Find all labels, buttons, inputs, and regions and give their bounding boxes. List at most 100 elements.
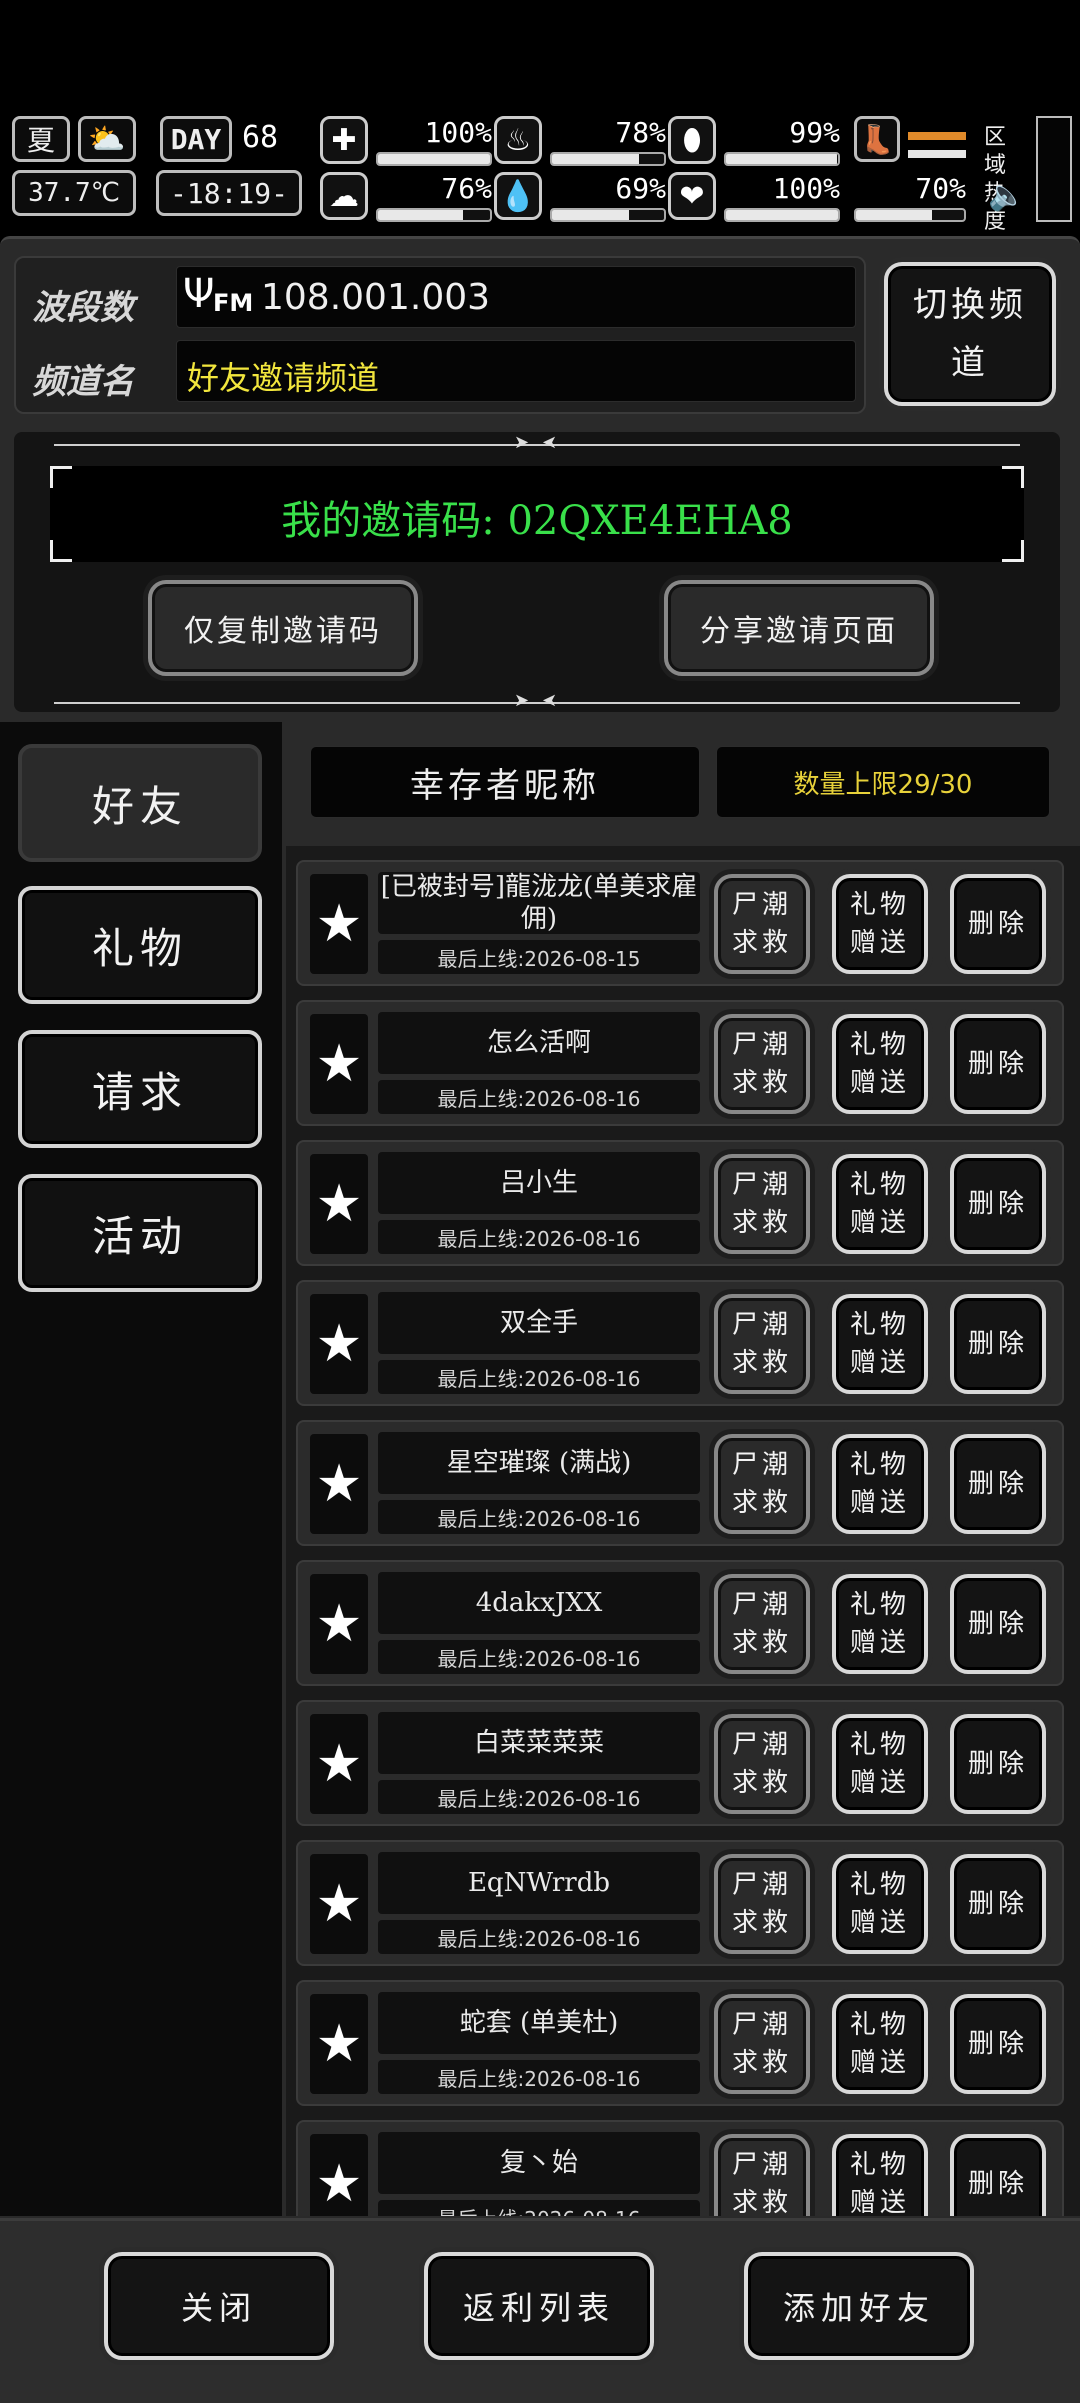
friend-list[interactable]: ★ [已被封号]龍泷龙(单美求雇佣) 最后上线:2026-08-15 尸潮求救 礼物赠送… bbox=[286, 846, 1080, 2216]
tab-3[interactable]: 活动 bbox=[18, 1174, 262, 1292]
delete-friend-button[interactable]: 删除 bbox=[950, 1574, 1046, 1674]
zombie-rescue-button[interactable]: 尸潮求救 bbox=[714, 1854, 810, 1954]
temperature-readout: 37.7℃ bbox=[12, 170, 136, 216]
zombie-rescue-button[interactable]: 尸潮求救 bbox=[714, 2134, 810, 2216]
heart-icon: ❤ bbox=[668, 172, 716, 220]
friend-row: ★ EqNWrrdb 最后上线:2026-08-16 尸潮求救 礼物赠送 删除 bbox=[296, 1840, 1064, 1966]
channel-value: 好友邀请频道 bbox=[187, 359, 380, 397]
favorite-star-icon[interactable]: ★ bbox=[310, 2134, 368, 2216]
fm-label: FM bbox=[213, 289, 254, 317]
speaker-icon[interactable]: 🔈 bbox=[988, 178, 1025, 213]
share-invite-page-button[interactable]: 分享邀请页面 bbox=[664, 580, 934, 676]
invite-panel: ➤ ➤ 我的邀请码: 02QXE4EHA8 仅复制邀请码 分享邀请页面 ➤ ➤ bbox=[14, 432, 1060, 712]
pill-icon: ⬮ bbox=[668, 116, 716, 164]
tab-1[interactable]: 礼物 bbox=[18, 886, 262, 1004]
send-gift-button[interactable]: 礼物赠送 bbox=[832, 1714, 928, 1814]
friend-nickname: 4dakxJXX bbox=[378, 1572, 700, 1634]
band-label: 波段数 bbox=[32, 288, 134, 328]
divider-bottom bbox=[54, 702, 1020, 704]
brain-pct: 76% bbox=[441, 172, 492, 205]
send-gift-button[interactable]: 礼物赠送 bbox=[832, 1434, 928, 1534]
favorite-star-icon[interactable]: ★ bbox=[310, 1434, 368, 1534]
friend-nickname: 怎么活啊 bbox=[378, 1012, 700, 1074]
friend-last-online: 最后上线:2026-08-16 bbox=[378, 1780, 700, 1814]
arrow-left-icon: ➤ bbox=[542, 432, 558, 453]
zombie-rescue-button[interactable]: 尸潮求救 bbox=[714, 1574, 810, 1674]
friend-nickname: EqNWrrdb bbox=[378, 1852, 700, 1914]
foot-stat: 70% bbox=[854, 172, 974, 232]
foot-bar-indicator bbox=[908, 132, 966, 140]
send-gift-button[interactable]: 礼物赠送 bbox=[832, 874, 928, 974]
favorite-star-icon[interactable]: ★ bbox=[310, 1294, 368, 1394]
favorite-star-icon[interactable]: ★ bbox=[310, 874, 368, 974]
stamina-pct: 99% bbox=[789, 116, 840, 149]
delete-friend-button[interactable]: 删除 bbox=[950, 1434, 1046, 1534]
delete-friend-button[interactable]: 删除 bbox=[950, 1014, 1046, 1114]
friend-last-online: 最后上线:2026-08-16 bbox=[378, 1500, 700, 1534]
favorite-star-icon[interactable]: ★ bbox=[310, 1854, 368, 1954]
close-button[interactable]: 关闭 bbox=[104, 2252, 334, 2360]
medkit-icon: ✚ bbox=[320, 116, 368, 164]
stomach-stat: ♨ 78% bbox=[494, 116, 670, 176]
delete-friend-button[interactable]: 删除 bbox=[950, 2134, 1046, 2216]
status-bar: 夏 ⛅ 37.7℃ DAY 68 -18:19- ✚ 100% ♨ 78% ⬮ 99% ☁ 7… bbox=[0, 110, 1080, 234]
zombie-rescue-button[interactable]: 尸潮求救 bbox=[714, 1434, 810, 1534]
zombie-rescue-button[interactable]: 尸潮求救 bbox=[714, 874, 810, 974]
stomach-pct: 78% bbox=[615, 116, 666, 149]
delete-friend-button[interactable]: 删除 bbox=[950, 1294, 1046, 1394]
delete-friend-button[interactable]: 删除 bbox=[950, 874, 1046, 974]
delete-friend-button[interactable]: 删除 bbox=[950, 1854, 1046, 1954]
copy-invite-code-button[interactable]: 仅复制邀请码 bbox=[148, 580, 418, 676]
medical-pct: 100% bbox=[424, 116, 492, 149]
day-counter: 68 bbox=[242, 120, 279, 155]
zombie-rescue-button[interactable]: 尸潮求救 bbox=[714, 1294, 810, 1394]
tab-0[interactable]: 好友 bbox=[18, 744, 262, 862]
add-friend-button[interactable]: 添加好友 bbox=[744, 2252, 974, 2360]
band-value-box: Ψ FM 108.001.003 bbox=[176, 266, 856, 328]
delete-friend-button[interactable]: 删除 bbox=[950, 1714, 1046, 1814]
send-gift-button[interactable]: 礼物赠送 bbox=[832, 1294, 928, 1394]
send-gift-button[interactable]: 礼物赠送 bbox=[832, 1154, 928, 1254]
brain-stat: ☁ 76% bbox=[320, 172, 496, 232]
stamina-stat: ⬮ 99% bbox=[668, 116, 844, 176]
zombie-rescue-button[interactable]: 尸潮求救 bbox=[714, 1994, 810, 2094]
friend-limit-counter: 数量上限29/30 bbox=[716, 746, 1050, 818]
send-gift-button[interactable]: 礼物赠送 bbox=[832, 1854, 928, 1954]
favorite-star-icon[interactable]: ★ bbox=[310, 1154, 368, 1254]
send-gift-button[interactable]: 礼物赠送 bbox=[832, 1014, 928, 1114]
water-bar bbox=[550, 208, 666, 222]
favorite-star-icon[interactable]: ★ bbox=[310, 1994, 368, 2094]
friend-row: ★ [已被封号]龍泷龙(单美求雇佣) 最后上线:2026-08-15 尸潮求救 礼物赠送… bbox=[296, 860, 1064, 986]
divider-top bbox=[54, 444, 1020, 446]
send-gift-button[interactable]: 礼物赠送 bbox=[832, 1994, 928, 2094]
favorite-star-icon[interactable]: ★ bbox=[310, 1574, 368, 1674]
clock-readout: -18:19- bbox=[156, 170, 302, 216]
delete-friend-button[interactable]: 删除 bbox=[950, 1994, 1046, 2094]
favorite-star-icon[interactable]: ★ bbox=[310, 1714, 368, 1814]
channel-label: 频道名 bbox=[32, 362, 134, 402]
friend-nickname: 白菜菜菜菜 bbox=[378, 1712, 700, 1774]
zombie-rescue-button[interactable]: 尸潮求救 bbox=[714, 1714, 810, 1814]
switch-channel-button[interactable]: 切换频道 bbox=[884, 262, 1056, 406]
friend-row: ★ 蛇套 (单美杜) 最后上线:2026-08-16 尸潮求救 礼物赠送 删除 bbox=[296, 1980, 1064, 2106]
zombie-rescue-button[interactable]: 尸潮求救 bbox=[714, 1154, 810, 1254]
friend-row: ★ 白菜菜菜菜最后上线:2026-08-16 尸潮求救 礼物赠送 删除 bbox=[296, 1700, 1064, 1826]
nickname-column-header: 幸存者昵称 bbox=[310, 746, 700, 818]
rebate-list-button[interactable]: 返利列表 bbox=[424, 2252, 654, 2360]
friend-row: ★ 怎么活啊 最后上线:2026-08-16 尸潮求救 礼物赠送 删除 bbox=[296, 1000, 1064, 1126]
send-gift-button[interactable]: 礼物赠送 bbox=[832, 2134, 928, 2216]
corner-tl bbox=[50, 466, 72, 488]
tab-2[interactable]: 请求 bbox=[18, 1030, 262, 1148]
foot-icon: 👢 bbox=[854, 116, 900, 162]
delete-friend-button[interactable]: 删除 bbox=[950, 1154, 1046, 1254]
send-gift-button[interactable]: 礼物赠送 bbox=[832, 1574, 928, 1674]
zombie-rescue-button[interactable]: 尸潮求救 bbox=[714, 1014, 810, 1114]
favorite-star-icon[interactable]: ★ bbox=[310, 1014, 368, 1114]
band-value: 108.001.003 bbox=[261, 277, 491, 318]
stomach-bar bbox=[550, 152, 666, 166]
friend-nickname: 星空璀璨 (满战) bbox=[378, 1432, 700, 1494]
antenna-icon: Ψ bbox=[183, 271, 215, 317]
invite-code-text[interactable]: 我的邀请码: 02QXE4EHA8 bbox=[50, 488, 1024, 546]
friend-nickname: 吕小生 bbox=[378, 1152, 700, 1214]
arrow-right-icon-2: ➤ bbox=[514, 690, 530, 711]
